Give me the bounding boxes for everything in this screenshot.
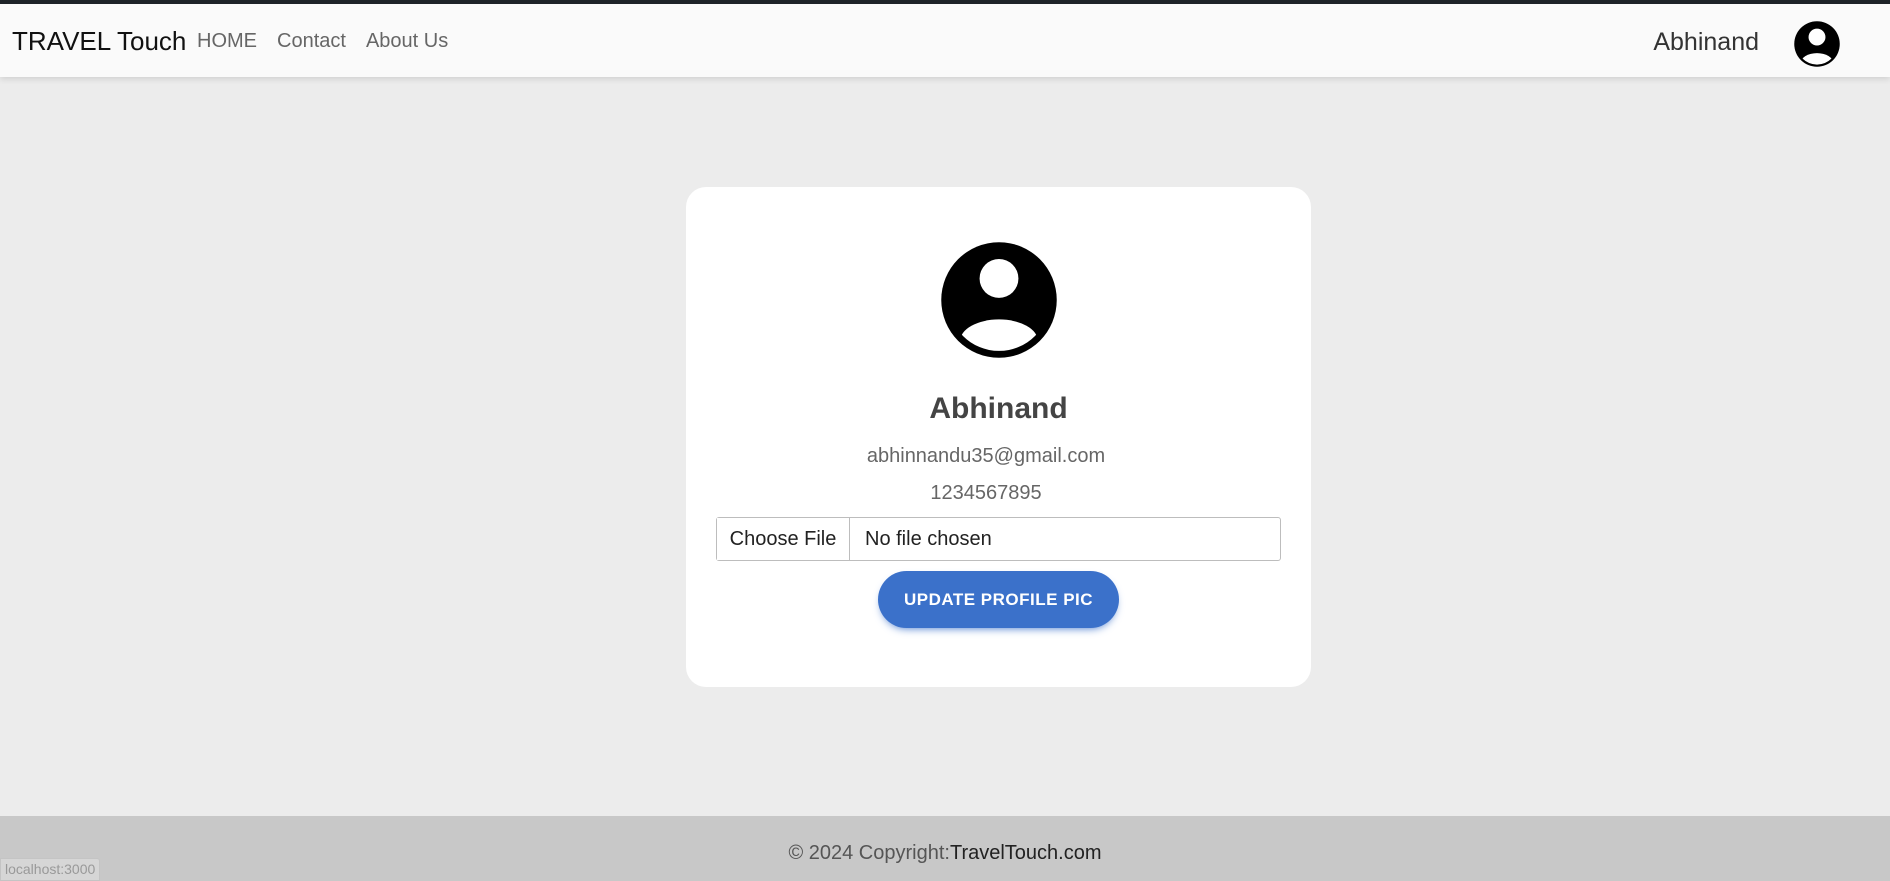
footer-site-link[interactable]: TravelTouch.com [950, 842, 1102, 864]
nav-links: HOME Contact About Us [197, 30, 448, 53]
profile-phone: 1234567895 [930, 482, 1042, 504]
status-bar-url: localhost:3000 [0, 858, 101, 881]
navbar: TRAVEL Touch HOME Contact About Us Abhin… [0, 4, 1890, 77]
nav-link-about-us[interactable]: About Us [366, 30, 448, 53]
choose-file-button[interactable]: Choose File [717, 518, 850, 560]
profile-email: abhinnandu35@gmail.com [866, 445, 1106, 467]
nav-username[interactable]: Abhinand [1653, 28, 1759, 57]
profile-pic-file-input[interactable]: Choose File No file chosen [716, 517, 1281, 561]
nav-link-home[interactable]: HOME [197, 30, 257, 53]
account-circle-icon [941, 242, 1057, 358]
profile-name: Abhinand [929, 392, 1068, 425]
file-status-text: No file chosen [865, 527, 992, 550]
update-profile-pic-button[interactable]: UPDATE PROFILE PIC [878, 571, 1119, 628]
footer-copyright: © 2024 Copyright: [788, 842, 950, 864]
nav-link-contact[interactable]: Contact [277, 30, 346, 53]
footer: © 2024 Copyright:TravelTouch.com [0, 816, 1890, 881]
account-circle-icon[interactable] [1791, 18, 1843, 70]
profile-card: Abhinand abhinnandu35@gmail.com 12345678… [686, 187, 1311, 687]
brand-link[interactable]: TRAVEL Touch [12, 26, 186, 57]
